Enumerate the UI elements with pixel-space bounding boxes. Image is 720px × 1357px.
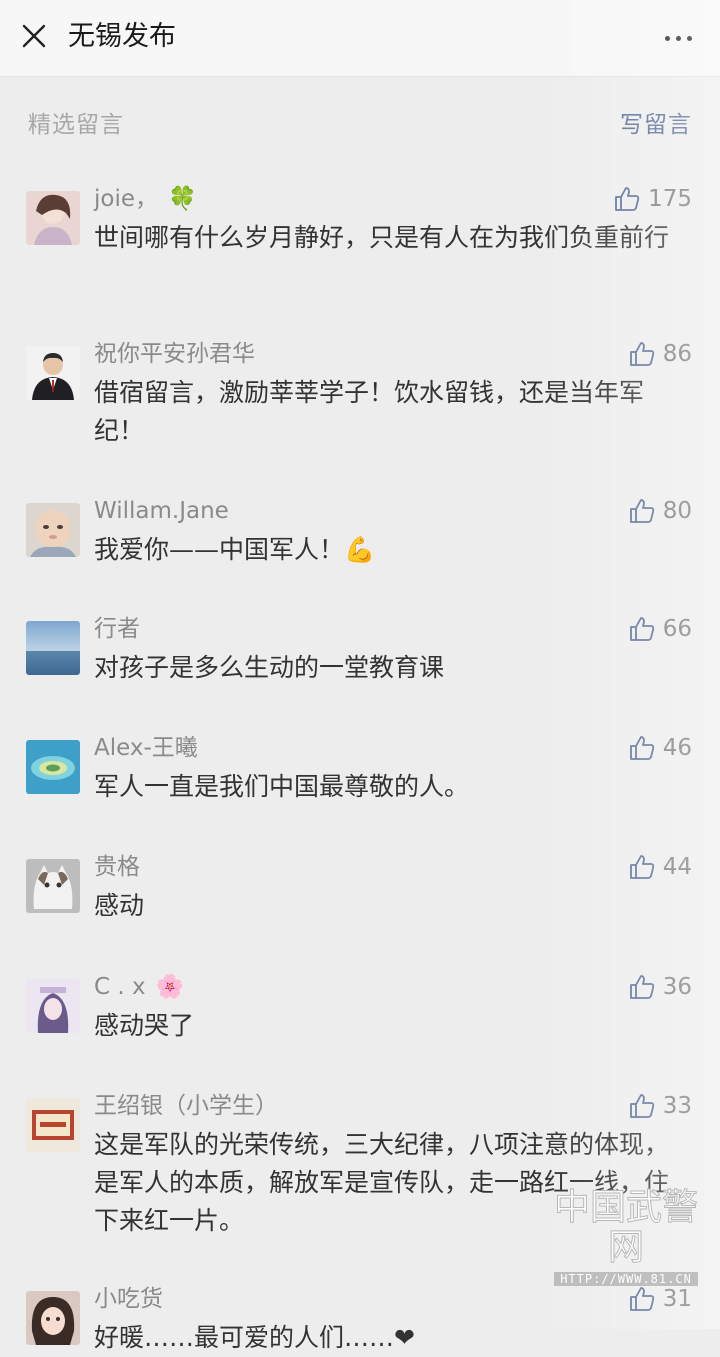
clover-emoji-icon: 🍀 [168,186,197,212]
site-watermark: 中国武警网 HTTP://WWW.81.CN [546,1187,706,1287]
like-button[interactable]: 36 [629,969,692,1005]
comment-nickname: 小吃货 [94,1286,163,1312]
comment-text: 世间哪有什么岁月静好，只是有人在为我们负重前行 [94,223,670,252]
like-button[interactable]: 33 [629,1088,692,1124]
thumbs-up-icon [629,617,654,641]
like-count: 66 [662,616,692,642]
comment-text: 我爱你——中国军人！💪 [94,535,376,564]
avatar[interactable] [26,621,80,675]
like-button[interactable]: 80 [629,493,692,529]
more-options-button[interactable] [656,18,700,58]
write-comment-link[interactable]: 写留言 [620,105,692,139]
comment-text: 对孩子是多么生动的一堂教育课 [94,653,445,682]
like-count: 46 [662,735,692,761]
comment-nickname: 贵格 [94,854,140,880]
avatar[interactable] [26,859,80,913]
like-count: 31 [662,1286,692,1312]
comment-nickname: 王绍银（小学生） [94,1093,278,1119]
like-button[interactable]: 44 [629,849,692,885]
comment-nickname: 祝你平安孙君华 [94,341,255,367]
like-count: 36 [662,974,692,1000]
avatar[interactable] [26,191,80,245]
comment-nickname: C . x 🌸 [94,974,185,1000]
like-count: 44 [662,854,692,880]
like-count: 175 [648,186,692,212]
thumbs-up-icon [629,499,654,523]
comment-nickname: Willam.Jane [94,498,229,524]
thumbs-up-icon [629,736,654,760]
like-count: 33 [662,1093,692,1119]
comment-text: 军人一直是我们中国最尊敬的人。 [94,772,470,801]
avatar[interactable] [26,503,80,557]
watermark-text: 中国武警网 [553,1187,698,1268]
comment-nickname: 行者 [94,616,140,642]
comment-text: 感动哭了 [94,1011,195,1040]
featured-comments-label: 精选留言 [28,112,124,138]
comment-nickname: joie， 🍀 [94,186,197,212]
comment-text: 感动 [94,891,145,920]
close-button[interactable] [14,16,54,56]
like-button[interactable]: 86 [629,336,692,372]
avatar[interactable] [26,979,80,1033]
thumbs-up-icon [629,855,654,879]
more-dot-icon [675,35,681,41]
comments-area: 精选留言 写留言 joie， 🍀 175 世间哪有什么岁月静好，只是有人在为我们负… [0,77,720,1352]
like-button[interactable]: 66 [629,611,692,647]
avatar[interactable] [26,1098,80,1152]
like-button[interactable]: 46 [629,730,692,766]
avatar[interactable] [26,1291,80,1345]
avatar[interactable] [26,346,80,400]
comment-nickname: Alex-王曦 [94,735,198,761]
avatar[interactable] [26,740,80,794]
comment-text: 借宿留言，激励莘莘学子！饮水留钱，还是当年军纪！ [94,378,645,445]
like-button[interactable]: 175 [614,181,692,217]
page-title: 无锡发布 [68,21,176,52]
thumbs-up-icon [629,975,654,999]
close-icon [22,24,46,48]
like-count: 86 [662,341,692,367]
blossom-emoji-icon: 🌸 [155,974,185,1000]
watermark-url: HTTP://WWW.81.CN [554,1272,698,1286]
thumbs-up-icon [629,1287,654,1311]
thumbs-up-icon [629,342,654,366]
comment-text: 好暖……最可爱的人们……❤ [94,1323,415,1352]
section-header: 精选留言 写留言 [0,77,720,165]
like-count: 80 [662,498,692,524]
thumbs-up-icon [629,1094,654,1118]
thumbs-up-icon [615,187,640,211]
more-dot-icon [686,35,692,41]
top-nav-bar: 无锡发布 [0,0,720,77]
more-dot-icon [664,35,670,41]
